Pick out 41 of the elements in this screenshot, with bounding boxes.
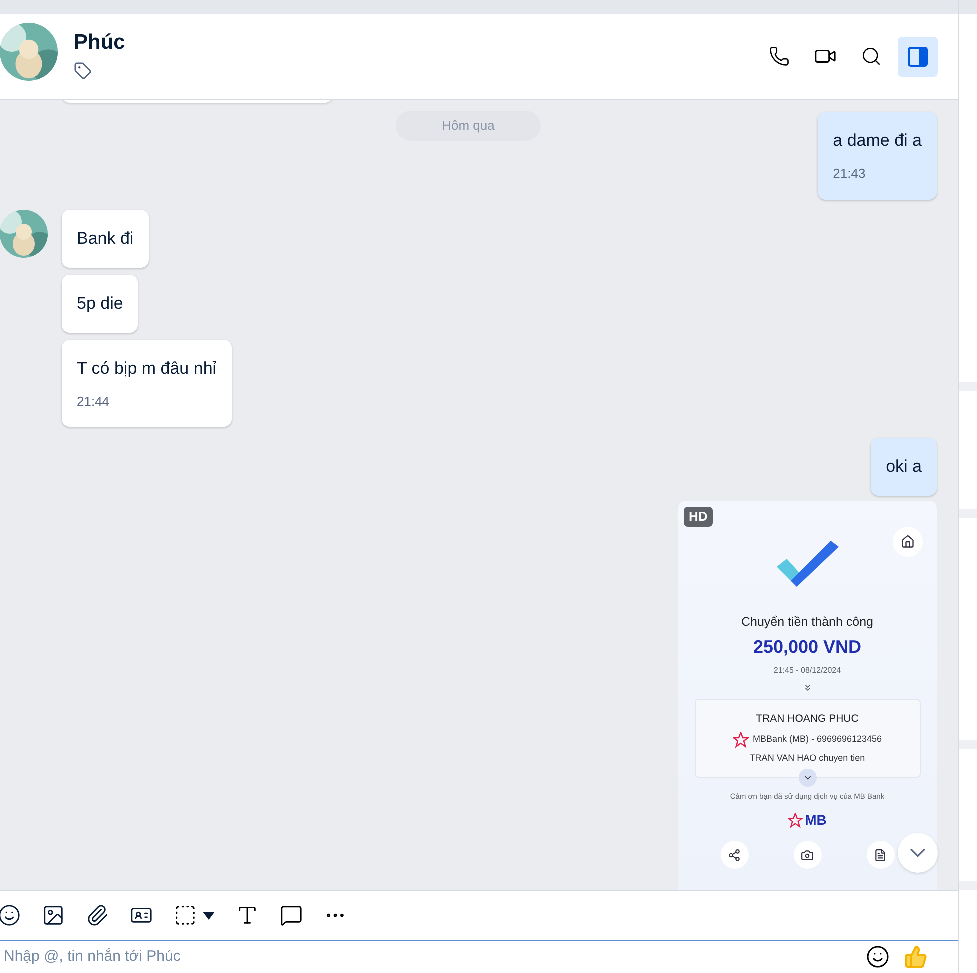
message-text: T có bịp m đâu nhỉ [77,358,217,380]
share-icon[interactable] [728,848,741,862]
home-icon[interactable] [901,535,915,549]
tag-icon[interactable] [74,62,92,80]
message-text: 5p die [77,292,124,314]
dropdown-caret-icon[interactable] [203,912,215,920]
sidebar-icon [907,46,929,68]
top-bar [959,0,977,14]
bank-logo-text: MB [805,811,827,830]
star-logo-icon [732,732,749,748]
recipient-name: TRAN HOANG PHUC [756,712,859,727]
message-time: 21:43 [833,165,867,183]
message-composer[interactable]: Nhập @, tin nhắn tới Phúc [0,940,958,973]
sticker-icon[interactable] [0,904,21,927]
emoji-icon[interactable] [866,945,890,969]
receipt-title: Chuyển tiền thành công [741,614,874,631]
phone-icon [768,46,790,67]
transfer-note: TRAN VAN HAO chuyen tien [750,752,866,765]
date-divider: Hôm qua [442,117,495,136]
screenshot-icon[interactable] [174,904,197,927]
thumbs-up-icon[interactable] [904,945,928,969]
message-text: a dame đi a [833,130,922,152]
message-text: Bank đi [77,228,134,250]
message-text: oki a [886,456,922,478]
avatar[interactable] [0,210,48,258]
text-format-icon[interactable] [236,904,259,927]
camera-icon[interactable] [801,848,814,862]
search-icon [860,46,882,67]
hd-badge: HD [684,507,713,526]
star-logo-icon [788,813,804,828]
receipt-datetime: 21:45 - 08/12/2024 [774,664,842,677]
panel-toggle-button[interactable] [898,36,938,76]
document-icon[interactable] [874,848,887,862]
quick-message-icon[interactable] [280,904,303,927]
image-icon[interactable] [42,904,65,927]
receipt-amount: 250,000 VND [753,636,862,659]
bank-account: MBBank (MB) - 6969696123456 [752,732,882,746]
contact-name: Phúc [74,30,126,56]
message-time: 21:44 [77,392,111,410]
expand-icon [802,682,812,693]
paperclip-icon[interactable] [86,904,109,927]
